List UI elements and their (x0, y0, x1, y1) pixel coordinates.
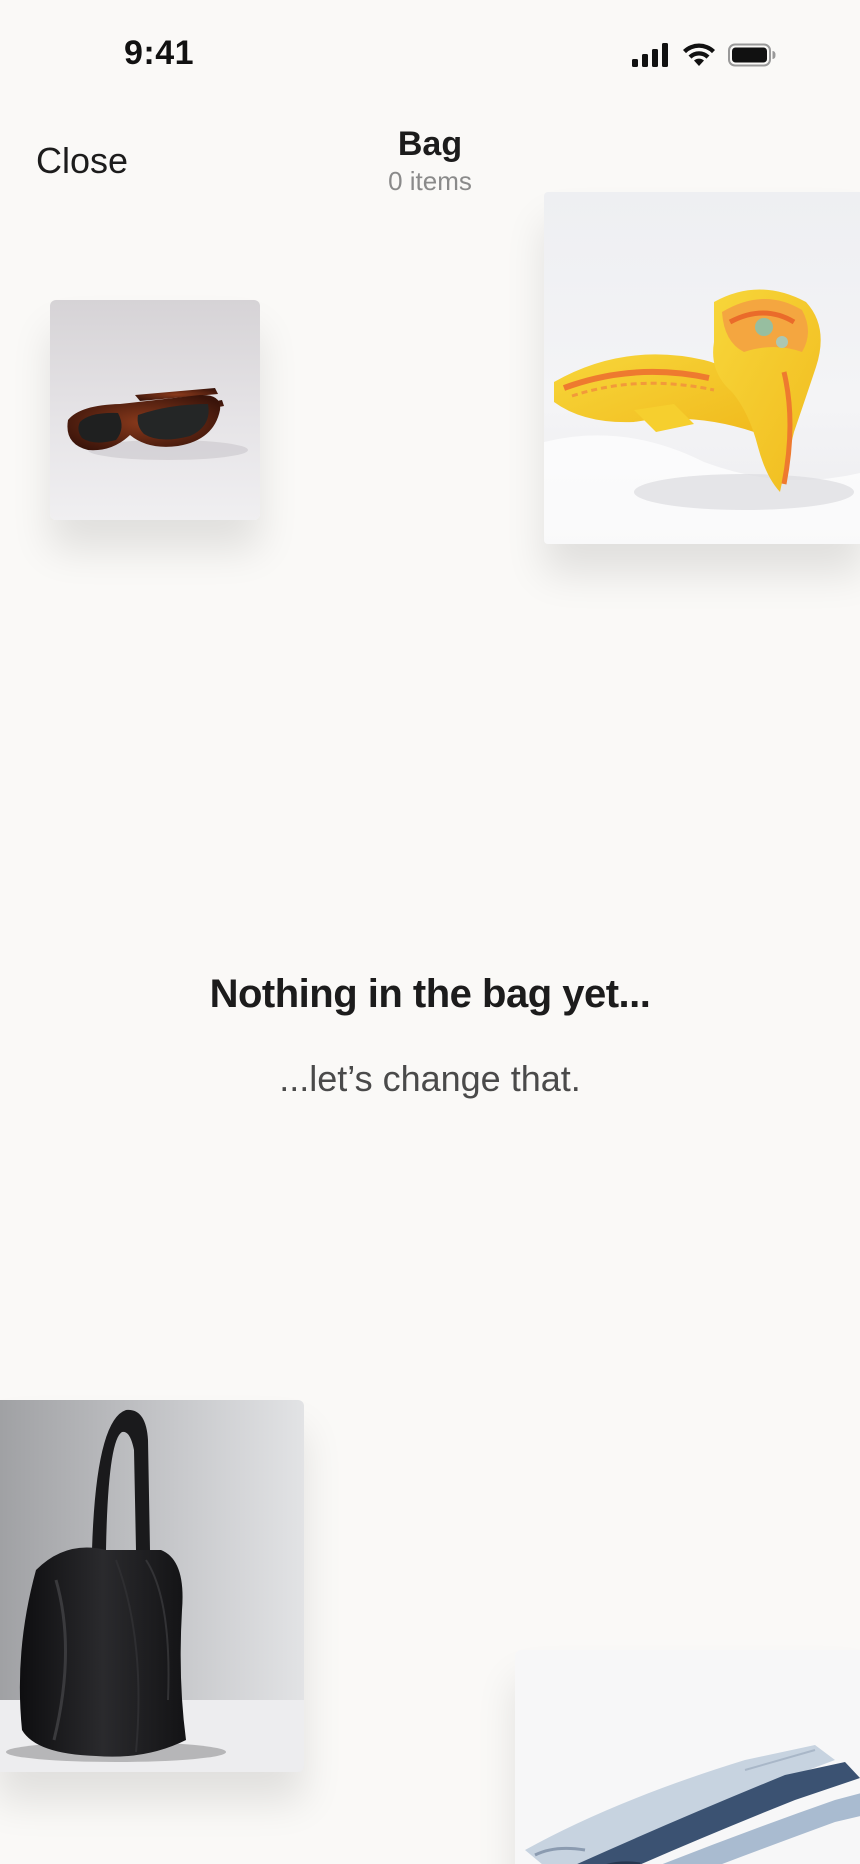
status-bar: 9:41 (0, 0, 860, 110)
nav-header: Bag 0 items (0, 124, 860, 198)
sunglasses-image (50, 300, 260, 520)
page-title: Bag (397, 125, 463, 163)
signal-icon (632, 43, 670, 72)
empty-state-subtitle: ...let’s change that. (279, 1058, 581, 1099)
empty-state-title: Nothing in the bag yet... (209, 972, 651, 1016)
jeans-image (515, 1650, 860, 1864)
status-time: 9:41 (124, 34, 195, 72)
battery-icon (728, 43, 776, 72)
bag-screen: 9:41 Close Bag 0 items Nothing in the ba… (0, 0, 860, 1864)
tote-bag-image (0, 1400, 304, 1772)
wifi-icon (682, 42, 716, 73)
scarf-image (544, 192, 860, 544)
status-icons (632, 42, 776, 73)
